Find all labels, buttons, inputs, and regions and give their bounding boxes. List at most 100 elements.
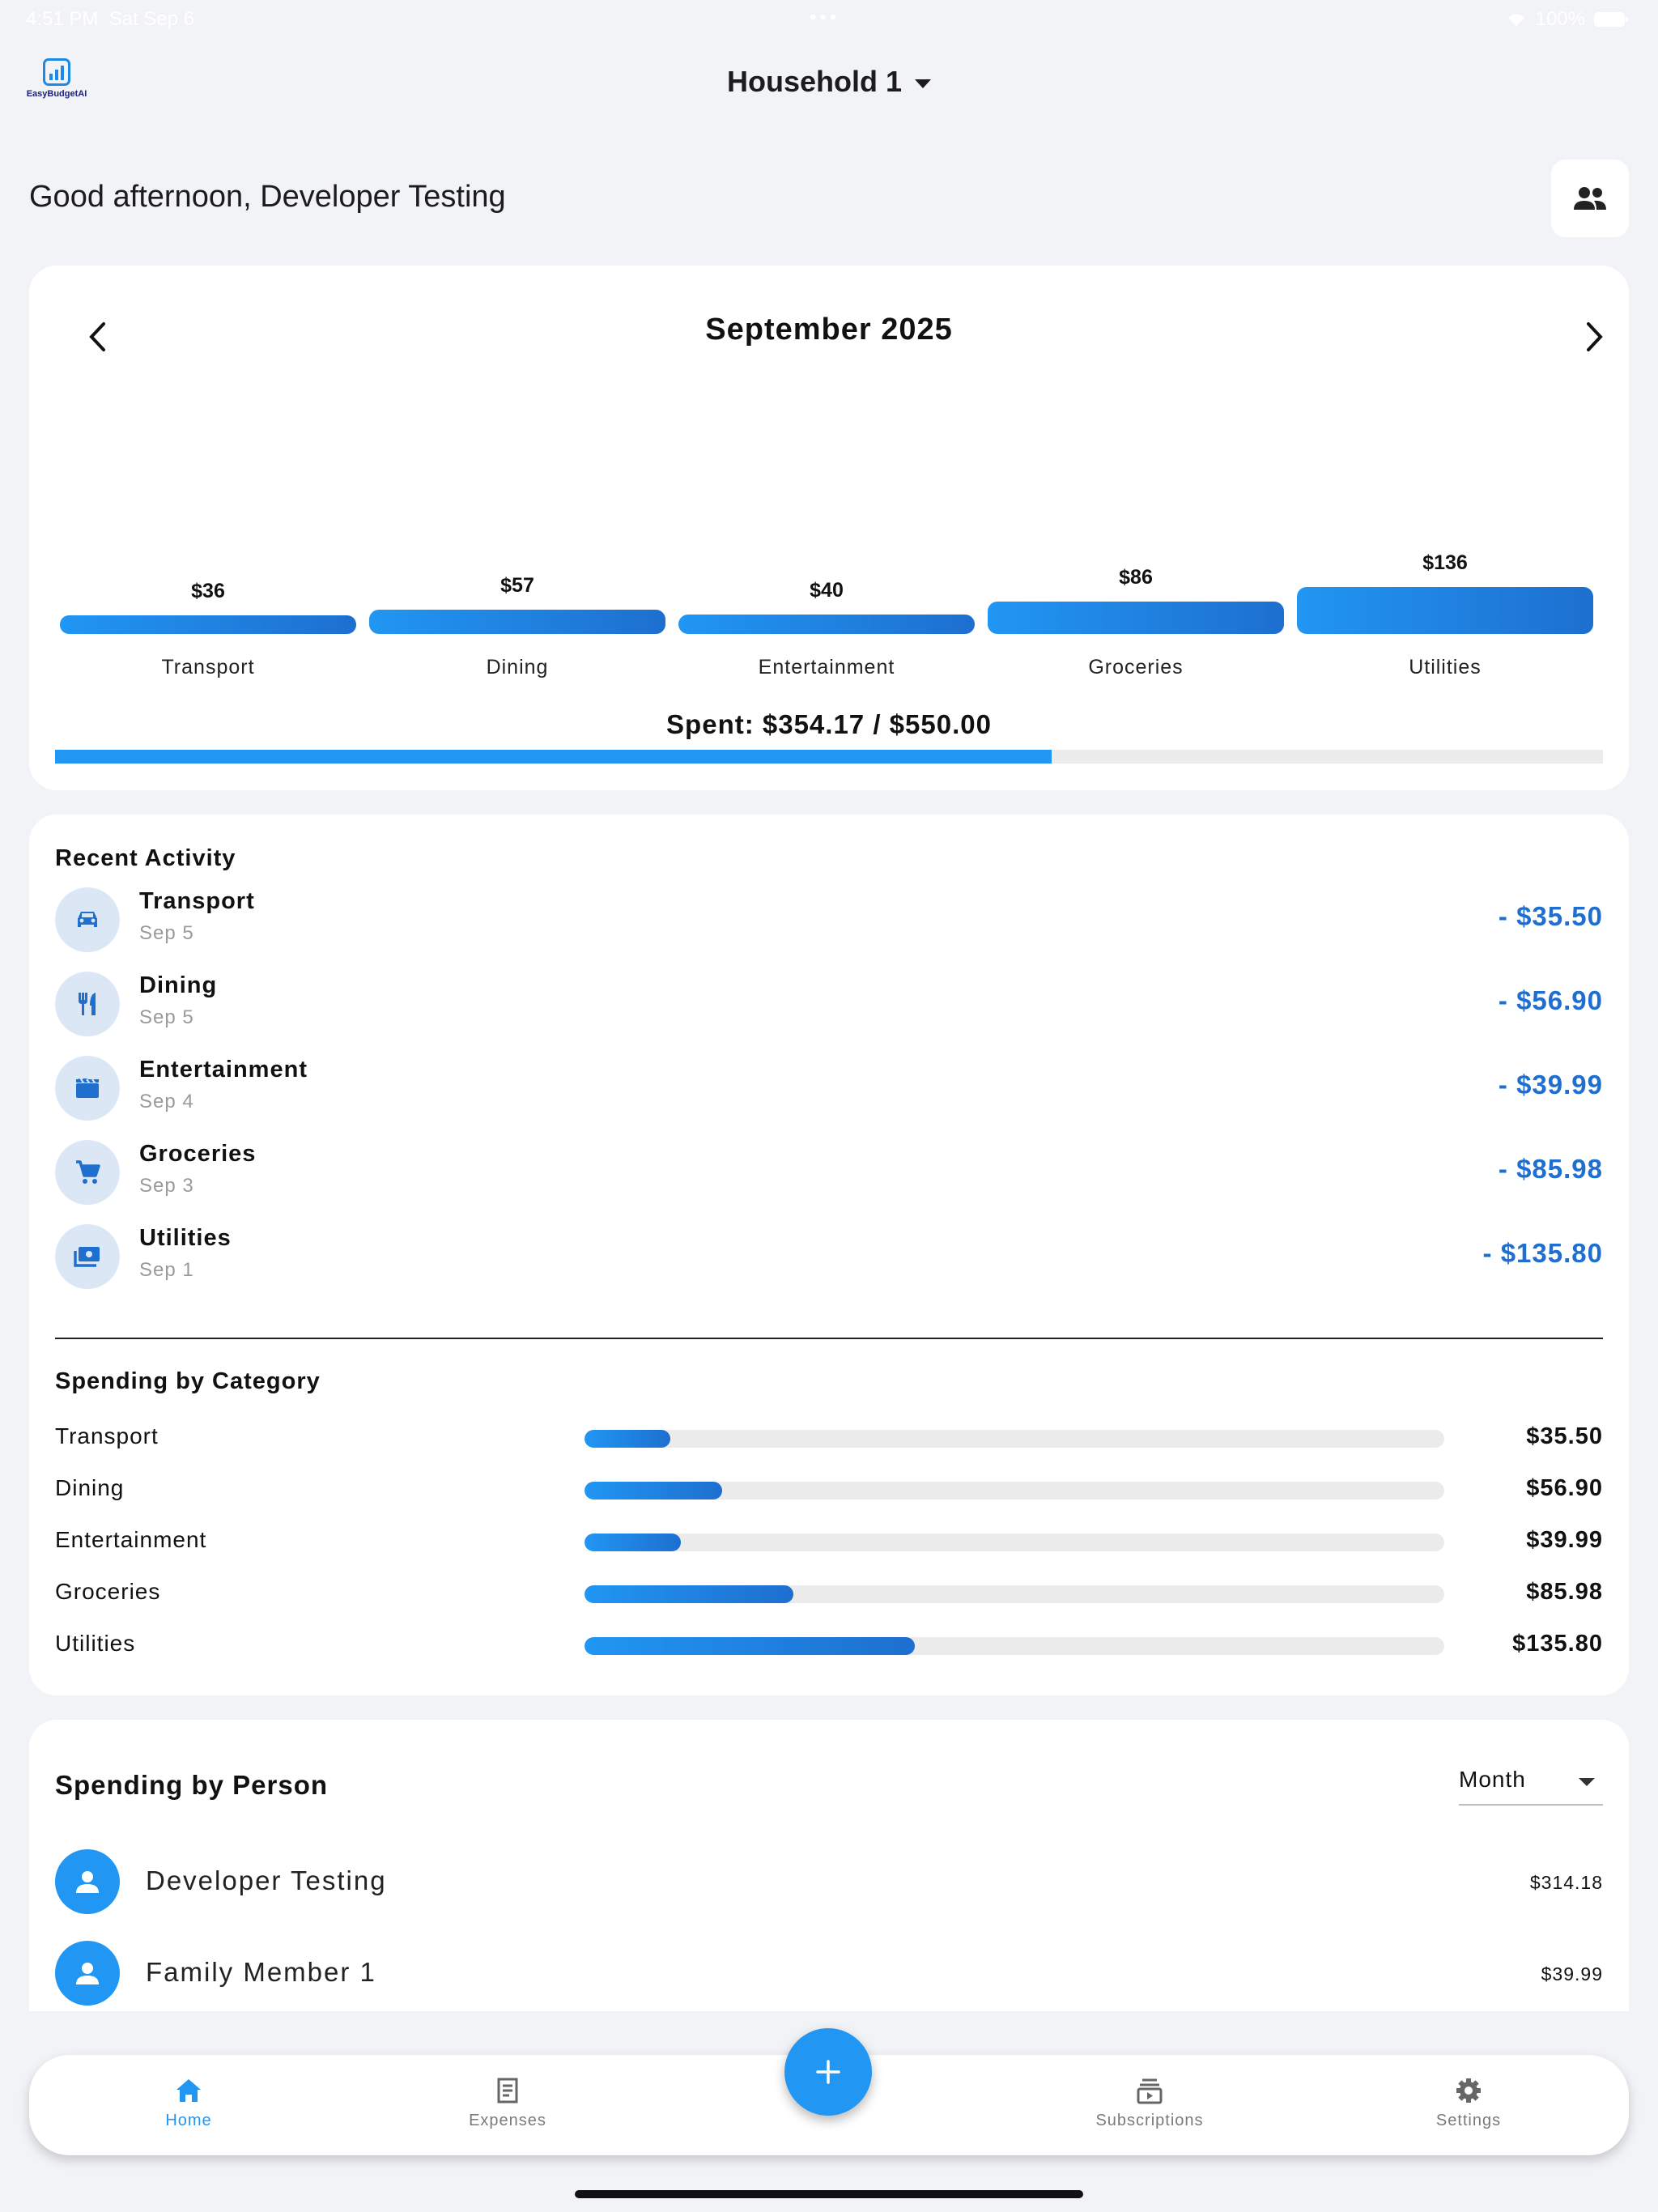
budget-progress-fill bbox=[55, 750, 1052, 764]
bar-value-label: $136 bbox=[1422, 551, 1468, 574]
bill-icon bbox=[74, 1247, 100, 1267]
bar-column: $136 Utilities bbox=[1297, 266, 1593, 678]
bar-category-label: Transport bbox=[161, 656, 255, 678]
activity-item[interactable]: Dining Sep 5 - $56.90 bbox=[55, 968, 1603, 1040]
category-amount: $85.98 bbox=[1526, 1579, 1603, 1605]
category-row: Dining $56.90 bbox=[55, 1472, 1603, 1504]
activity-amount: - $35.50 bbox=[1498, 901, 1603, 931]
bar bbox=[678, 614, 975, 634]
bar-column: $57 Dining bbox=[369, 266, 665, 678]
person-amount: $39.99 bbox=[1541, 1963, 1603, 1984]
cart-category-icon bbox=[55, 1140, 120, 1205]
category-progress-bar bbox=[585, 1585, 1444, 1603]
category-amount: $135.80 bbox=[1512, 1631, 1603, 1657]
category-amount: $56.90 bbox=[1526, 1475, 1603, 1501]
activity-amount: - $135.80 bbox=[1482, 1238, 1603, 1268]
category-progress-fill bbox=[585, 1482, 722, 1499]
category-progress-fill bbox=[585, 1637, 915, 1655]
bar bbox=[1297, 587, 1593, 634]
activity-name: Groceries bbox=[139, 1141, 257, 1167]
category-amount: $39.99 bbox=[1526, 1527, 1603, 1553]
category-progress-bar bbox=[585, 1534, 1444, 1551]
car-category-icon bbox=[55, 887, 120, 952]
avatar bbox=[55, 1849, 120, 1914]
battery-icon bbox=[1594, 12, 1628, 27]
avatar bbox=[55, 1941, 120, 2006]
category-progress-fill bbox=[585, 1430, 671, 1448]
spending-by-category-title: Spending by Category bbox=[55, 1368, 321, 1394]
status-date-text: Sat Sep 6 bbox=[108, 8, 195, 30]
bar-column: $40 Entertainment bbox=[678, 266, 975, 678]
members-button[interactable] bbox=[1551, 160, 1629, 237]
person-row[interactable]: Developer Testing $314.18 bbox=[55, 1849, 1603, 1914]
spending-by-person-card: Spending by Person Month Developer Testi… bbox=[29, 1720, 1629, 2011]
multitasking-dots[interactable]: ••• bbox=[810, 6, 840, 29]
restaurant-icon bbox=[79, 993, 96, 1015]
activity-date: Sep 3 bbox=[139, 1175, 194, 1197]
category-progress-fill bbox=[585, 1585, 794, 1603]
nav-settings[interactable]: Settings bbox=[1380, 2074, 1558, 2130]
category-progress-bar bbox=[585, 1430, 1444, 1448]
category-row: Entertainment $39.99 bbox=[55, 1524, 1603, 1556]
activity-date: Sep 1 bbox=[139, 1259, 194, 1281]
nav-home-label: Home bbox=[165, 2112, 212, 2129]
person-row[interactable]: Family Member 1 $39.99 bbox=[55, 1941, 1603, 2006]
category-name: Utilities bbox=[55, 1631, 136, 1656]
people-icon bbox=[1574, 187, 1606, 210]
receipt-icon bbox=[497, 2078, 518, 2104]
add-expense-button[interactable] bbox=[784, 2028, 872, 2116]
bar-value-label: $40 bbox=[810, 578, 844, 602]
section-divider bbox=[55, 1338, 1603, 1339]
restaurant-category-icon bbox=[55, 972, 120, 1036]
caret-down-icon bbox=[1579, 1778, 1595, 1786]
nav-expenses[interactable]: Expenses bbox=[419, 2074, 597, 2130]
activity-name: Dining bbox=[139, 972, 218, 998]
budget-progress-bar bbox=[55, 750, 1603, 764]
wifi-icon bbox=[1507, 14, 1524, 27]
bar bbox=[369, 609, 665, 634]
caret-down-icon bbox=[915, 79, 932, 88]
activity-amount: - $39.99 bbox=[1498, 1070, 1603, 1100]
activity-item[interactable]: Utilities Sep 1 - $135.80 bbox=[55, 1220, 1603, 1293]
activity-item[interactable]: Transport Sep 5 - $35.50 bbox=[55, 883, 1603, 956]
category-progress-bar bbox=[585, 1482, 1444, 1499]
bar-column: $36 Transport bbox=[60, 266, 356, 678]
nav-settings-label: Settings bbox=[1435, 2112, 1502, 2129]
category-row: Transport $35.50 bbox=[55, 1420, 1603, 1453]
activity-date: Sep 5 bbox=[139, 1006, 194, 1028]
spent-summary: Spent: $354.17 / $550.00 bbox=[666, 709, 992, 739]
home-indicator[interactable] bbox=[575, 2190, 1083, 2198]
spending-by-person-title: Spending by Person bbox=[55, 1770, 329, 1800]
gear-icon bbox=[1456, 2078, 1481, 2103]
person-icon bbox=[76, 1871, 99, 1893]
bar-category-label: Dining bbox=[486, 656, 549, 678]
bar bbox=[988, 601, 1284, 634]
nav-subscriptions[interactable]: Subscriptions bbox=[1061, 2074, 1239, 2130]
activity-name: Utilities bbox=[139, 1225, 232, 1251]
person-name: Developer Testing bbox=[146, 1865, 387, 1895]
battery-percent: 100% bbox=[1535, 8, 1585, 30]
category-row: Groceries $85.98 bbox=[55, 1576, 1603, 1608]
period-value: Month bbox=[1459, 1767, 1526, 1792]
category-name: Entertainment bbox=[55, 1527, 207, 1552]
category-name: Transport bbox=[55, 1423, 159, 1448]
bar-category-label: Utilities bbox=[1409, 656, 1482, 678]
activity-item[interactable]: Groceries Sep 3 - $85.98 bbox=[55, 1136, 1603, 1209]
activity-amount: - $56.90 bbox=[1498, 985, 1603, 1015]
activity-item[interactable]: Entertainment Sep 4 - $39.99 bbox=[55, 1052, 1603, 1125]
nav-subscriptions-label: Subscriptions bbox=[1095, 2112, 1204, 2129]
category-row: Utilities $135.80 bbox=[55, 1627, 1603, 1660]
bar-category-label: Entertainment bbox=[758, 656, 895, 678]
plus-icon bbox=[816, 2060, 840, 2084]
household-selector[interactable]: Household 1 bbox=[0, 65, 1658, 99]
category-progress-bar bbox=[585, 1637, 1444, 1655]
activity-date: Sep 4 bbox=[139, 1091, 194, 1112]
recent-activity-title: Recent Activity bbox=[55, 845, 236, 871]
period-dropdown[interactable]: Month bbox=[1459, 1759, 1603, 1806]
activity-amount: - $85.98 bbox=[1498, 1154, 1603, 1184]
household-name: Household 1 bbox=[726, 65, 903, 98]
nav-home[interactable]: Home bbox=[100, 2074, 278, 2130]
movie-icon bbox=[76, 1078, 99, 1098]
greeting-text: Good afternoon, Developer Testing bbox=[29, 180, 506, 214]
bar-category-label: Groceries bbox=[1088, 656, 1184, 678]
